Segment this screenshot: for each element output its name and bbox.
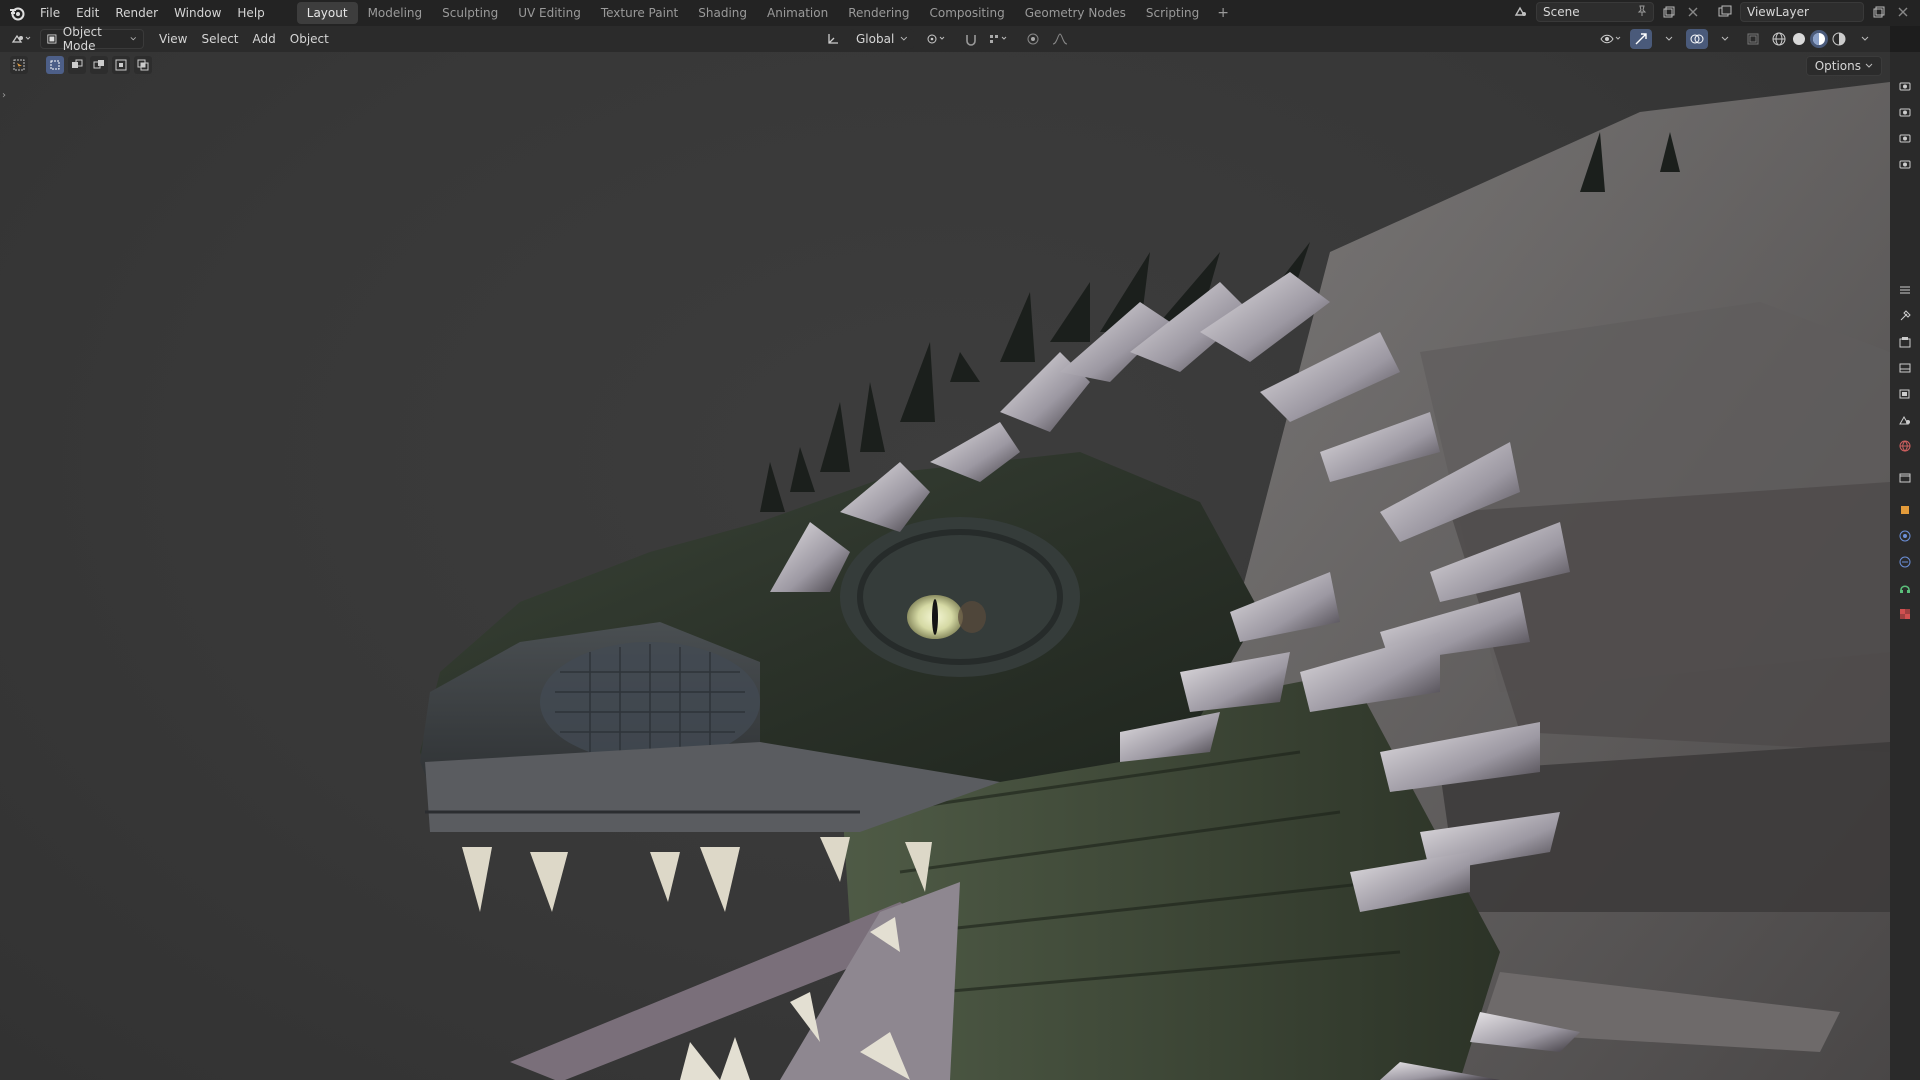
collection-icon[interactable] <box>1895 468 1915 488</box>
scene-icon[interactable] <box>1895 410 1915 430</box>
render-icon[interactable] <box>1895 332 1915 352</box>
material-preview-shading-icon[interactable] <box>1810 30 1828 48</box>
scene-name-field[interactable]: Scene <box>1536 2 1654 22</box>
camera-icon[interactable] <box>1895 128 1915 148</box>
options-label: Options <box>1814 59 1861 73</box>
wireframe-shading-icon[interactable] <box>1770 30 1788 48</box>
3d-viewport[interactable]: › Options <box>0 52 1890 1080</box>
scene-name: Scene <box>1543 5 1580 19</box>
gizmo-toggle-icon[interactable] <box>1630 29 1652 49</box>
select-intersect-icon[interactable] <box>134 56 152 74</box>
menu-window[interactable]: Window <box>166 0 229 26</box>
tab-modeling[interactable]: Modeling <box>358 2 433 24</box>
camera-icon[interactable] <box>1895 102 1915 122</box>
menu-render[interactable]: Render <box>107 0 166 26</box>
shading-mode-group <box>1770 30 1848 48</box>
tab-sculpting[interactable]: Sculpting <box>432 2 508 24</box>
world-icon[interactable] <box>1895 436 1915 456</box>
overlays-dropdown-icon[interactable] <box>1714 29 1736 49</box>
overlays-toggle-icon[interactable] <box>1686 29 1708 49</box>
camera-icon[interactable] <box>1895 76 1915 96</box>
solid-shading-icon[interactable] <box>1790 30 1808 48</box>
object-mode-dropdown[interactable]: Object Mode <box>40 25 144 53</box>
tab-layout[interactable]: Layout <box>296 2 358 24</box>
object-mode-label: Object Mode <box>62 25 102 53</box>
transform-orientation-dropdown[interactable]: Global <box>850 29 914 49</box>
select-tool-icon[interactable] <box>10 56 28 74</box>
rendered-shading-icon[interactable] <box>1830 30 1848 48</box>
menu-file[interactable]: File <box>32 0 68 26</box>
snap-target-icon[interactable] <box>988 29 1010 49</box>
tab-scripting[interactable]: Scripting <box>1136 2 1209 24</box>
physics-icon[interactable] <box>1895 552 1915 572</box>
output-icon[interactable] <box>1895 358 1915 378</box>
pivot-point-icon[interactable] <box>926 29 948 49</box>
visibility-icon[interactable] <box>1600 29 1624 49</box>
delete-scene-icon[interactable] <box>1684 3 1702 21</box>
view-layer-browse-icon[interactable] <box>1716 3 1734 21</box>
tab-geometry-nodes[interactable]: Geometry Nodes <box>1015 2 1136 24</box>
menu-object[interactable]: Object <box>283 26 336 52</box>
dragon-render <box>420 82 1890 1080</box>
object-icon[interactable] <box>1895 500 1915 520</box>
outliner-toggle-icon[interactable] <box>1895 280 1915 300</box>
tab-compositing[interactable]: Compositing <box>919 2 1014 24</box>
modifier-icon[interactable] <box>1895 526 1915 546</box>
snap-icon[interactable] <box>960 29 982 49</box>
scene-browse-icon[interactable] <box>1512 3 1530 21</box>
transform-orientation-label: Global <box>856 32 895 46</box>
tab-animation[interactable]: Animation <box>757 2 838 24</box>
menu-help[interactable]: Help <box>229 0 272 26</box>
transform-tools: Global <box>822 29 1072 49</box>
top-right-fields: Scene ViewLayer <box>1512 2 1912 22</box>
tool-icon[interactable] <box>1895 306 1915 326</box>
gizmo-dropdown-icon[interactable] <box>1658 29 1680 49</box>
menu-add[interactable]: Add <box>246 26 283 52</box>
workspace-tabs: Layout Modeling Sculpting UV Editing Tex… <box>296 0 1237 26</box>
object-mode-icon <box>47 34 57 44</box>
viewport-display-tools <box>1600 29 1876 49</box>
editor-type-icon[interactable] <box>10 29 32 49</box>
selection-mode-group <box>10 56 152 74</box>
options-dropdown[interactable]: Options <box>1805 56 1882 76</box>
toolbar-expand-icon[interactable]: › <box>2 90 6 101</box>
view-layer-icon[interactable] <box>1895 384 1915 404</box>
proportional-editing-icon[interactable] <box>1022 29 1044 49</box>
shading-dropdown-icon[interactable] <box>1854 29 1876 49</box>
new-view-layer-icon[interactable] <box>1870 3 1888 21</box>
select-set-new-icon[interactable] <box>46 56 64 74</box>
tab-shading[interactable]: Shading <box>688 2 757 24</box>
viewport-header: Object Mode View Select Add Object Globa… <box>0 25 1890 53</box>
xray-toggle-icon[interactable] <box>1742 29 1764 49</box>
select-extend-icon[interactable] <box>68 56 86 74</box>
tab-texture-paint[interactable]: Texture Paint <box>591 2 688 24</box>
view-layer-field[interactable]: ViewLayer <box>1740 2 1864 22</box>
falloff-icon[interactable] <box>1050 29 1072 49</box>
constraints-icon[interactable] <box>1895 578 1915 598</box>
tab-rendering[interactable]: Rendering <box>838 2 919 24</box>
texture-icon[interactable] <box>1895 604 1915 624</box>
add-workspace-button[interactable]: + <box>1209 5 1237 21</box>
delete-view-layer-icon[interactable] <box>1894 3 1912 21</box>
menu-edit[interactable]: Edit <box>68 0 107 26</box>
menu-select[interactable]: Select <box>194 26 245 52</box>
tab-uv-editing[interactable]: UV Editing <box>508 2 591 24</box>
transform-orientation-icon[interactable] <box>822 29 844 49</box>
camera-icon[interactable] <box>1895 154 1915 174</box>
select-subtract-icon[interactable] <box>90 56 108 74</box>
view-layer-name: ViewLayer <box>1747 5 1809 19</box>
chevron-down-icon <box>900 36 908 41</box>
menu-view[interactable]: View <box>152 26 194 52</box>
chevron-down-icon <box>131 37 137 41</box>
new-scene-icon[interactable] <box>1660 3 1678 21</box>
top-bar: File Edit Render Window Help Layout Mode… <box>0 0 1920 26</box>
blender-logo-icon[interactable] <box>8 4 26 22</box>
pin-icon[interactable] <box>1637 5 1647 20</box>
select-invert-icon[interactable] <box>112 56 130 74</box>
chevron-down-icon <box>1865 63 1873 68</box>
properties-tab-strip <box>1890 52 1920 1080</box>
